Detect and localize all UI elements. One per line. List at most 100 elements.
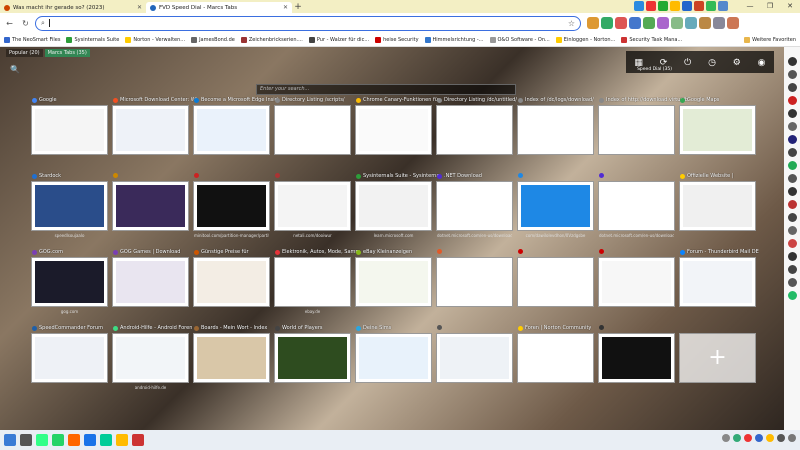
bookmark-star-icon[interactable]: ☆ [568,19,575,28]
history-icon[interactable]: ◷ [708,58,716,68]
extension-icon[interactable] [615,17,627,29]
sidebar-app-icon[interactable] [787,174,797,183]
sidebar-app-icon[interactable] [787,291,797,300]
speed-dial-tile[interactable]: minitool.com/partition-manager/partit [193,173,270,238]
extension-icon[interactable] [629,17,641,29]
sidebar-app-icon[interactable] [787,70,797,79]
speed-dial-tile[interactable]: GOG Games | Download [112,249,189,307]
tray-icon[interactable] [755,434,763,442]
extension-icon[interactable] [713,17,725,29]
tray-icon[interactable] [766,434,774,442]
speed-dial-tile[interactable] [112,173,189,231]
group-tab-marcs-tabs[interactable]: Marcs Tabs (35) [44,49,90,57]
extension-icon[interactable] [670,1,680,11]
new-tab-button[interactable]: + [292,2,304,13]
tab-speed-dial[interactable]: FVD Speed Dial - Marcs Tabs ✕ [146,2,292,13]
tray-icon[interactable] [733,434,741,442]
speed-dial-tile[interactable] [436,249,513,307]
sidebar-app-icon[interactable] [787,278,797,287]
speed-dial-tile[interactable]: Offizielle Website | [679,173,756,231]
extension-icon[interactable] [646,1,656,11]
speed-dial-tile[interactable]: Microsoft Download Center: Wi [112,97,197,155]
speed-dial-tile[interactable]: netali.com/dooiwur [274,173,351,238]
extension-icon[interactable] [658,1,668,11]
add-dial-button[interactable]: + [679,333,756,383]
taskbar-app-icon[interactable] [132,434,144,446]
extension-icon[interactable] [727,17,739,29]
speed-dial-tile[interactable]: Boards - Mein Wort - Index [193,325,270,383]
speed-dial-tile[interactable]: Chrome Canary-Funktionen für [355,97,440,155]
extension-icon[interactable] [587,17,599,29]
extension-icon[interactable] [718,1,728,11]
extension-icon[interactable] [671,17,683,29]
maximize-button[interactable]: ❐ [760,0,780,12]
taskbar-app-icon[interactable] [84,434,96,446]
start-icon[interactable] [4,434,16,446]
sidebar-app-icon[interactable] [787,148,797,157]
bookmark-item[interactable]: heise Security [375,36,419,43]
edge-icon[interactable] [100,434,112,446]
bookmark-item[interactable]: Norton - Verwalten... [125,36,185,43]
sidebar-app-icon[interactable] [787,83,797,92]
speed-dial-tile[interactable]: World of Players [274,325,351,383]
speed-dial-tile[interactable]: Directory Listing /scripts/ [274,97,351,155]
speed-dial-tile[interactable] [436,325,513,383]
speed-dial-tile[interactable]: Index of http://download.virtualb [598,97,688,155]
bookmark-item[interactable]: Einloggen - Norton... [555,36,615,43]
address-bar[interactable]: ⌕ ☆ [35,15,581,31]
sidebar-app-icon[interactable] [787,161,797,170]
magnifier-icon[interactable]: 🔍 [10,65,20,74]
back-icon[interactable]: ← [3,17,16,30]
speed-dial-tile[interactable]: GOG.com gog.com [31,249,108,314]
taskbar-app-icon[interactable] [36,434,48,446]
speed-dial-search-input[interactable]: Enter your search... [256,84,516,95]
sidebar-app-icon[interactable] [787,265,797,274]
sidebar-app-icon[interactable] [787,109,797,118]
speed-dial-tile[interactable]: Stardock speedlsoujaalo [31,173,108,238]
tray-icon[interactable] [744,434,752,442]
speed-dial-tile[interactable]: Foren | Norton Community [517,325,594,383]
bookmark-item[interactable]: O&O Software - On... [489,36,550,43]
other-favorites-folder[interactable]: Weitere Favoriten [744,36,796,43]
bookmark-item[interactable]: Sysinternals Suite [66,36,119,43]
extension-icon[interactable] [643,17,655,29]
task-view-icon[interactable] [20,434,32,446]
extension-icon[interactable] [699,17,711,29]
extension-icon[interactable] [682,1,692,11]
sidebar-app-icon[interactable] [787,213,797,222]
sidebar-app-icon[interactable] [787,135,797,144]
power-icon[interactable]: ⏻ [684,58,691,68]
bookmark-item[interactable]: Himmelsrichtung -... [424,36,484,43]
extension-icon[interactable] [601,17,613,29]
bookmark-item[interactable]: The NeoSmart Files [4,36,60,43]
gear-icon[interactable]: ⚙ [733,58,741,68]
sidebar-app-icon[interactable] [787,239,797,248]
speed-dial-tile[interactable] [598,249,675,307]
sidebar-app-icon[interactable] [787,57,797,66]
bookmark-item[interactable]: Security Task Mana... [621,36,682,43]
extension-icon[interactable] [706,1,716,11]
close-icon[interactable]: ✕ [137,4,142,11]
minimize-button[interactable]: — [740,0,760,12]
reload-icon[interactable]: ↻ [19,17,32,30]
sidebar-app-icon[interactable] [787,252,797,261]
tray-icon[interactable] [788,434,796,442]
speed-dial-tile[interactable]: Become a Microsoft Edge Insid [193,97,278,155]
bookmark-item[interactable]: Zeichenbrickserien.... [240,36,303,43]
close-window-button[interactable]: ✕ [780,0,800,12]
tray-icon[interactable] [777,434,785,442]
whatsapp-icon[interactable] [52,434,64,446]
speed-dial-tile[interactable]: Forum - Thunderbird Mail DE [679,249,759,307]
speed-dial-tile[interactable]: SpeedCommander Forum [31,325,108,383]
tray-icon[interactable] [722,434,730,442]
speed-dial-tile[interactable] [517,249,594,307]
speed-dial-tile[interactable] [598,325,675,383]
speed-dial-tile[interactable]: com/dawilolevdhon/0Vzdgsbe [517,173,594,238]
sidebar-app-icon[interactable] [787,96,797,105]
speed-dial-tile[interactable]: Android-Hilfe - Android Foren android-hil… [112,325,192,390]
close-icon[interactable]: ✕ [283,4,288,11]
sidebar-app-icon[interactable] [787,122,797,131]
speed-dial-tile[interactable]: .NET Download dotnet.microsoft.com/en-us/… [436,173,513,238]
speed-dial-tile[interactable]: Deine Sims [355,325,432,383]
taskbar-app-icon[interactable] [68,434,80,446]
